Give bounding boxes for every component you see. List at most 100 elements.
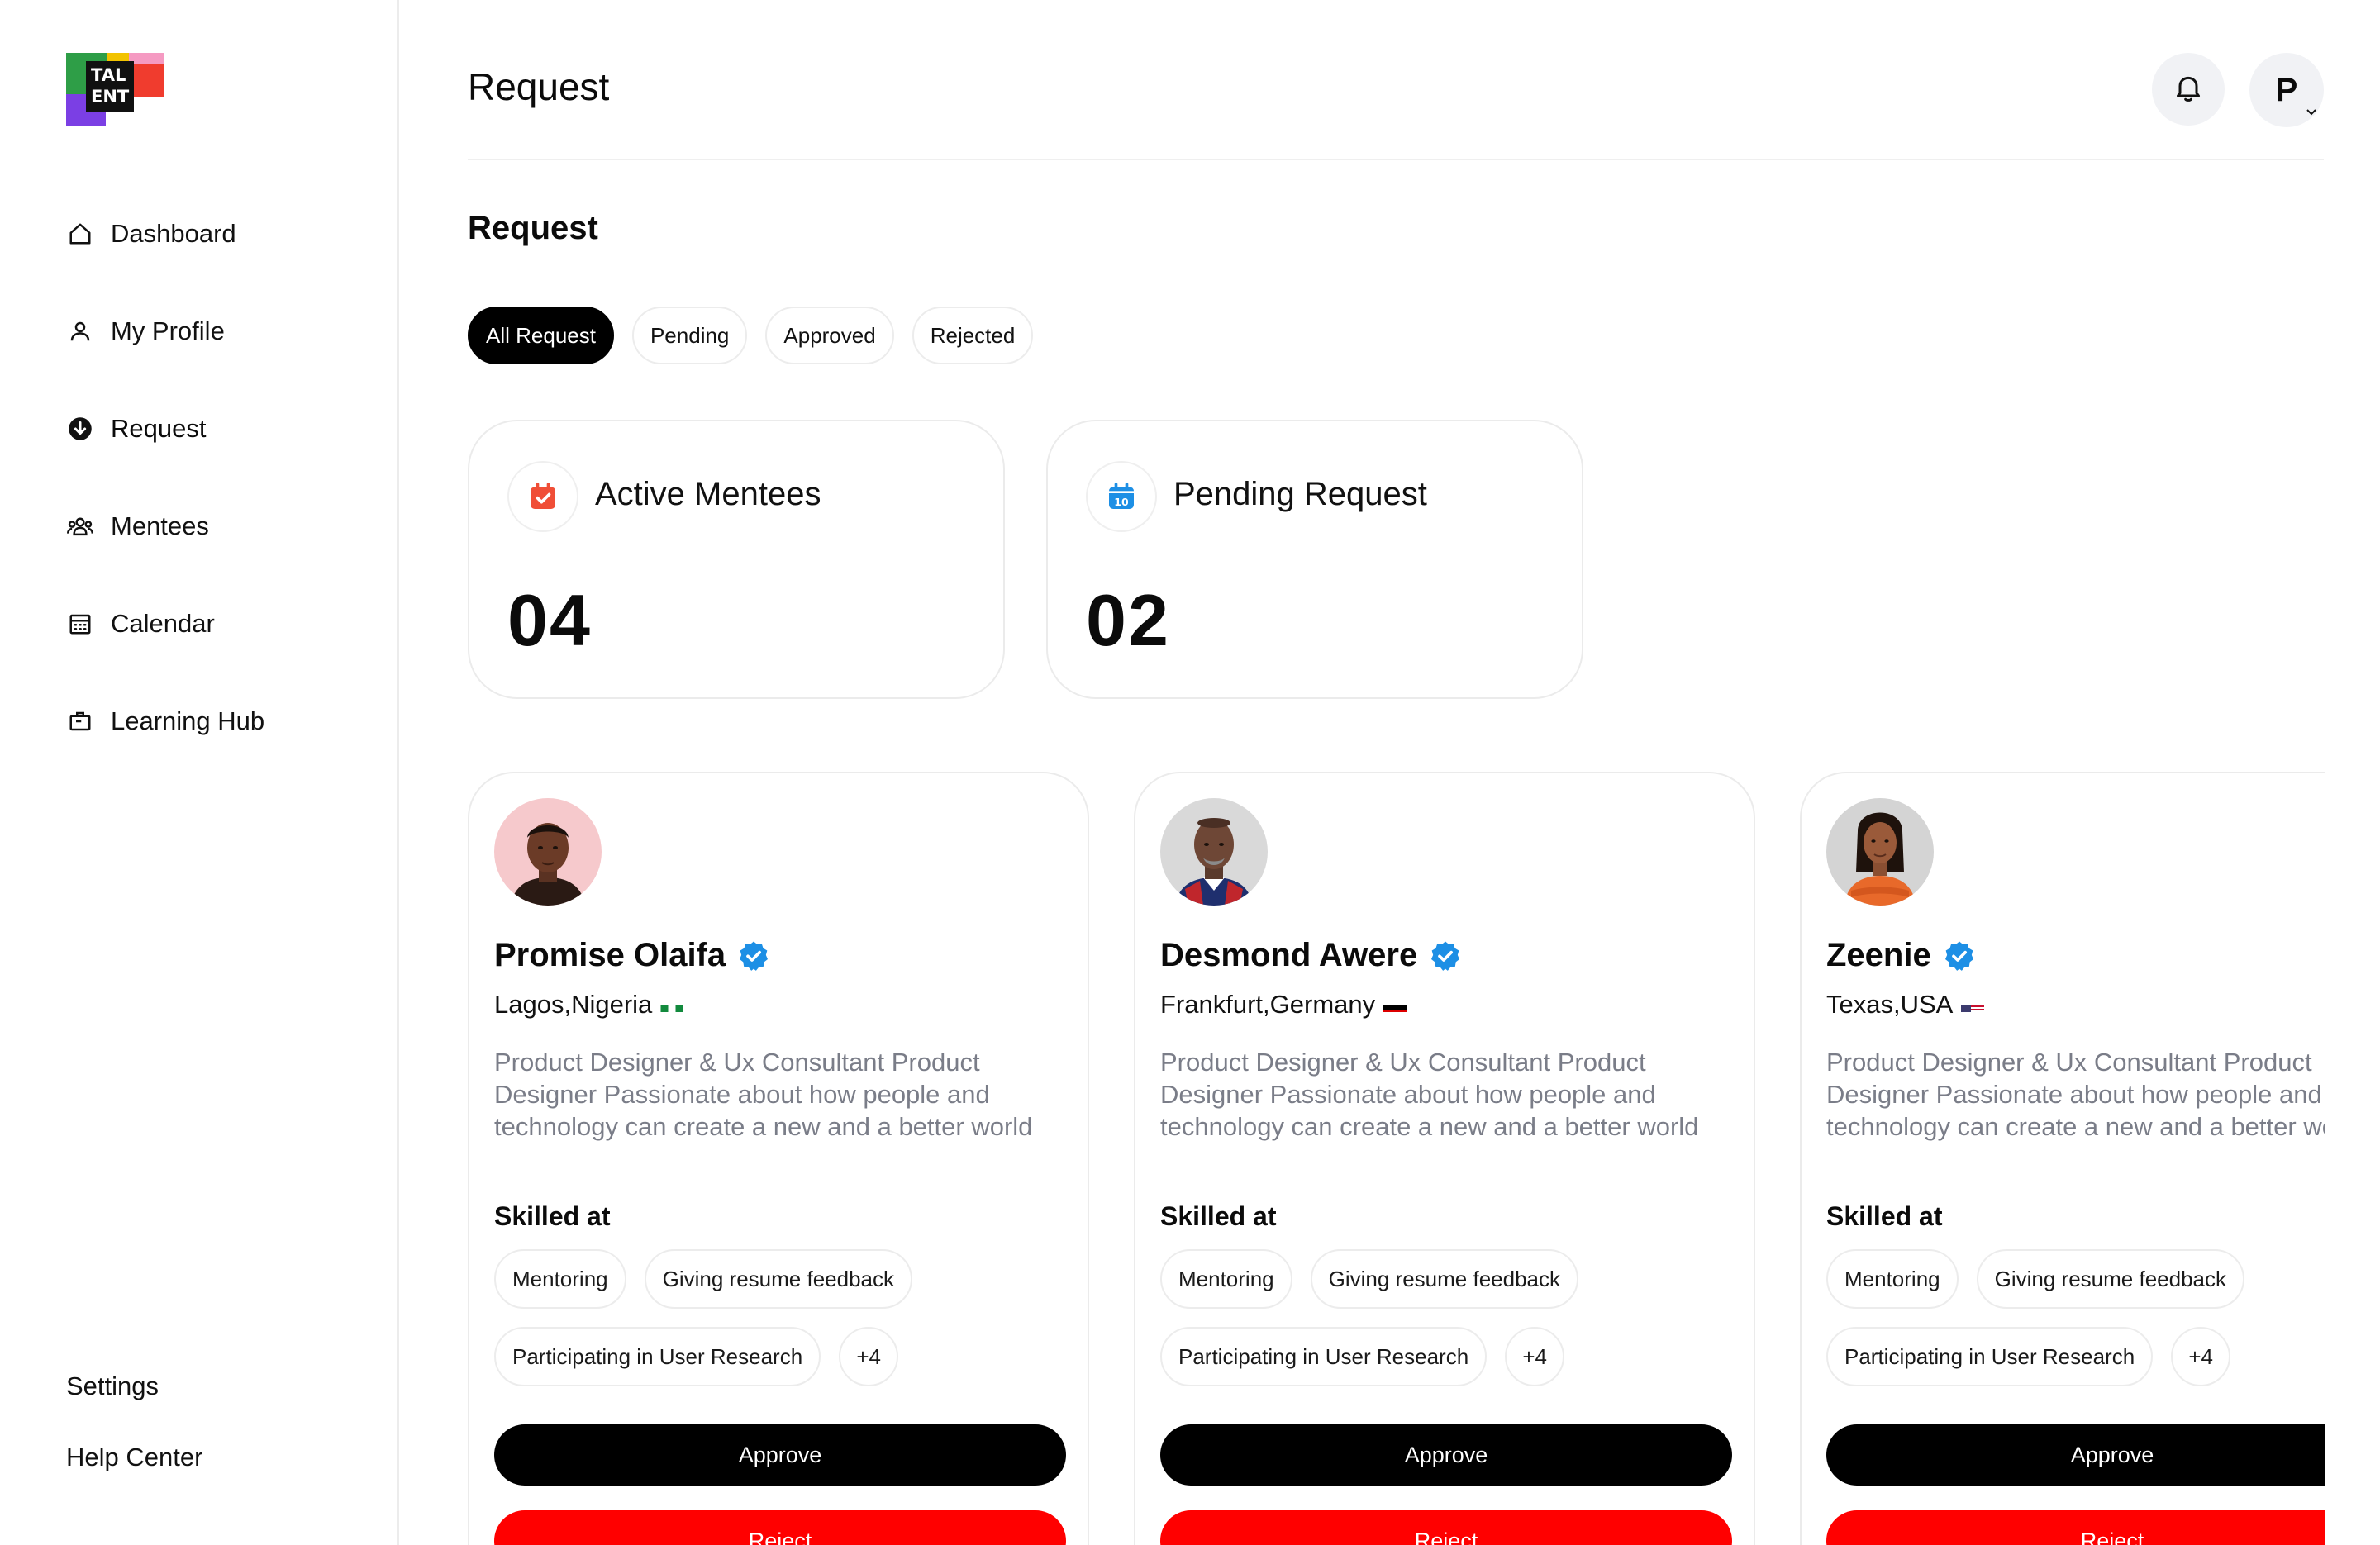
- skill-chip: Mentoring: [1160, 1249, 1292, 1309]
- approve-button[interactable]: Approve: [494, 1424, 1066, 1486]
- mentor-bio: Product Designer & Ux Consultant Product…: [1826, 1048, 2325, 1141]
- sidebar-item-label: Learning Hub: [111, 706, 265, 735]
- skills-row: Participating in User Research +4: [494, 1327, 899, 1386]
- sidebar-item-label: Mentees: [111, 511, 209, 540]
- sidebar-item-mentees[interactable]: Mentees: [66, 503, 264, 549]
- calendar-check-icon: [507, 461, 578, 532]
- mentor-card: Zeenie Texas,USA Product Designer & Ux C…: [1800, 772, 2325, 1545]
- sidebar-item-label: Dashboard: [111, 219, 236, 248]
- skill-chip: Giving resume feedback: [1310, 1249, 1578, 1309]
- skilled-at-heading: Skilled at: [494, 1201, 611, 1231]
- sidebar-item-request[interactable]: Request: [66, 406, 264, 452]
- notifications-button[interactable]: [2152, 53, 2225, 126]
- tab-rejected[interactable]: Rejected: [912, 307, 1034, 364]
- mentor-name: Desmond Awere: [1160, 937, 1418, 973]
- skills-row: Participating in User Research +4: [1826, 1327, 2231, 1386]
- logo-text: TAL ENT: [91, 64, 131, 107]
- mentor-location-row: Texas,USA: [1826, 990, 1985, 1020]
- reject-button[interactable]: Reject: [494, 1510, 1066, 1545]
- sidebar-nav: Dashboard My Profile Request Mentees Cal…: [66, 211, 264, 796]
- skilled-at-heading: Skilled at: [1160, 1201, 1277, 1231]
- skilled-at-heading: Skilled at: [1826, 1201, 1943, 1231]
- user-icon: [66, 317, 94, 345]
- sidebar-item-label: My Profile: [111, 316, 225, 345]
- reject-button[interactable]: Reject: [1160, 1510, 1732, 1545]
- verified-badge-icon: [737, 939, 770, 972]
- mentor-avatar: [1160, 798, 1268, 906]
- chevron-down-icon: [2306, 103, 2317, 121]
- more-skills-chip[interactable]: +4: [1505, 1327, 1565, 1386]
- skill-chip: Giving resume feedback: [644, 1249, 912, 1309]
- mentor-location-row: Frankfurt,Germany: [1160, 990, 1407, 1020]
- mentor-avatar: [1826, 798, 1934, 906]
- active-mentees-card: Active Mentees 04: [468, 420, 1005, 699]
- mentor-name: Promise Olaifa: [494, 937, 726, 973]
- mentor-bio: Product Designer & Ux Consultant Product…: [1160, 1048, 1699, 1141]
- calendar-icon: [66, 610, 94, 638]
- mentor-request-list: Promise Olaifa Lagos,Nigeria Product Des…: [468, 772, 2325, 1545]
- bell-icon: [2172, 71, 2205, 108]
- reject-button[interactable]: Reject: [1826, 1510, 2325, 1545]
- logo-text-bottom: ENT: [91, 87, 130, 107]
- more-skills-chip[interactable]: +4: [839, 1327, 899, 1386]
- calendar-date-icon: 10: [1086, 461, 1157, 532]
- stat-label: Active Mentees: [595, 476, 821, 512]
- approve-button[interactable]: Approve: [1826, 1424, 2325, 1486]
- germany-flag-icon: [1383, 997, 1407, 1012]
- sidebar-item-my-profile[interactable]: My Profile: [66, 308, 264, 354]
- sidebar: TAL ENT Dashboard My Profile Request Men…: [0, 0, 399, 1545]
- usa-flag-icon: [1961, 997, 1985, 1012]
- help-center-link[interactable]: Help Center: [66, 1443, 202, 1489]
- mentor-card: Desmond Awere Frankfurt,Germany Product …: [1134, 772, 1755, 1545]
- tab-pending[interactable]: Pending: [631, 307, 748, 364]
- home-icon: [66, 220, 94, 248]
- mentor-name-row: Promise Olaifa: [494, 937, 770, 974]
- skill-chip: Mentoring: [1826, 1249, 1959, 1309]
- skills-row: Mentoring Giving resume feedback: [1826, 1249, 2244, 1309]
- logo-text-top: TAL: [91, 65, 126, 85]
- mentor-avatar: [494, 798, 602, 906]
- svg-text:10: 10: [1114, 496, 1129, 508]
- section-title: Request: [468, 210, 598, 246]
- sidebar-item-label: Calendar: [111, 609, 215, 638]
- mentor-location: Frankfurt,Germany: [1160, 990, 1376, 1019]
- mentor-name-row: Zeenie: [1826, 937, 1976, 974]
- page-title: Request: [468, 65, 610, 108]
- mentor-bio: Product Designer & Ux Consultant Product…: [494, 1048, 1033, 1141]
- skill-chip: Mentoring: [494, 1249, 626, 1309]
- request-filter-tabs: All Request Pending Approved Rejected: [468, 307, 1034, 364]
- mentor-name: Zeenie: [1826, 937, 1931, 973]
- skill-chip: Participating in User Research: [494, 1327, 821, 1386]
- skill-chip: Participating in User Research: [1160, 1327, 1488, 1386]
- mentor-name-row: Desmond Awere: [1160, 937, 1462, 974]
- skills-row: Mentoring Giving resume feedback: [494, 1249, 912, 1309]
- arrow-down-circle-icon: [66, 415, 94, 443]
- nigeria-flag-icon: [660, 997, 683, 1012]
- stat-value: 02: [1086, 579, 1170, 661]
- settings-link[interactable]: Settings: [66, 1371, 202, 1418]
- sidebar-item-learning-hub[interactable]: Learning Hub: [66, 698, 264, 744]
- skill-chip: Giving resume feedback: [1976, 1249, 2244, 1309]
- mentor-location-row: Lagos,Nigeria: [494, 990, 683, 1020]
- skills-row: Participating in User Research +4: [1160, 1327, 1565, 1386]
- skill-chip: Participating in User Research: [1826, 1327, 2154, 1386]
- approve-button[interactable]: Approve: [1160, 1424, 1732, 1486]
- more-skills-chip[interactable]: +4: [2171, 1327, 2231, 1386]
- sidebar-item-label: Request: [111, 414, 207, 443]
- avatar-initial: P: [2275, 71, 2298, 108]
- user-avatar-menu[interactable]: P: [2249, 53, 2324, 127]
- stat-label: Pending Request: [1173, 476, 1427, 512]
- mentor-location: Texas,USA: [1826, 990, 1954, 1019]
- briefcase-icon: [66, 707, 94, 735]
- tab-all-request[interactable]: All Request: [468, 307, 614, 364]
- talent-logo[interactable]: TAL ENT: [66, 53, 164, 126]
- sidebar-item-calendar[interactable]: Calendar: [66, 601, 264, 647]
- verified-badge-icon: [1943, 939, 1976, 972]
- tab-approved[interactable]: Approved: [765, 307, 894, 364]
- pending-request-card: 10 Pending Request 02: [1046, 420, 1583, 699]
- sidebar-item-dashboard[interactable]: Dashboard: [66, 211, 264, 257]
- verified-badge-icon: [1429, 939, 1462, 972]
- mentor-location: Lagos,Nigeria: [494, 990, 653, 1019]
- users-icon: [66, 512, 94, 540]
- header-divider: [468, 159, 2324, 160]
